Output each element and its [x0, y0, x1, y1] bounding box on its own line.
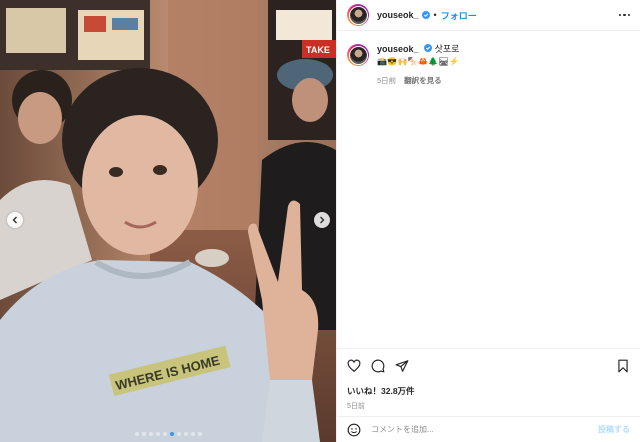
avatar[interactable]: [347, 4, 369, 26]
carousel-dot: [155, 432, 160, 436]
post-actions: いいね！32.8万件 5日前: [337, 348, 640, 411]
carousel-next-button[interactable]: [314, 212, 330, 228]
carousel-dot: [183, 432, 188, 436]
carousel-indicator: [0, 432, 336, 436]
comment-bar: 投稿する: [337, 416, 640, 442]
translate-link[interactable]: 翻訳を見る: [404, 75, 442, 86]
comment-input[interactable]: [371, 425, 598, 434]
carousel-dot: [141, 432, 146, 436]
chevron-left-icon: [12, 216, 17, 224]
chevron-right-icon: [320, 216, 325, 224]
verified-badge-icon: [421, 11, 430, 19]
share-icon[interactable]: [395, 359, 409, 373]
carousel-prev-button[interactable]: [7, 212, 23, 228]
heart-icon[interactable]: [347, 359, 361, 373]
post-viewer: TAKE WHERE IS HOME youseok_ • フォロー youse…: [0, 0, 640, 442]
header-separator: •: [433, 10, 437, 20]
more-options-icon[interactable]: [618, 13, 630, 17]
post-date: 5日前: [347, 403, 365, 410]
caption-time: 5日前: [377, 76, 397, 85]
avatar[interactable]: [347, 44, 369, 66]
smiley-icon[interactable]: [347, 423, 361, 437]
follow-button[interactable]: フォロー: [441, 9, 477, 22]
bookmark-icon[interactable]: [616, 359, 630, 373]
carousel-dot: [190, 432, 195, 436]
carousel-dot: [162, 432, 167, 436]
verified-badge-icon: [424, 44, 433, 52]
caption-text: 삿포로: [434, 44, 460, 54]
post-comment-button[interactable]: 投稿する: [598, 424, 630, 435]
caption-username[interactable]: youseok_: [377, 44, 419, 54]
like-count[interactable]: いいね！32.8万件: [347, 385, 630, 397]
shop-sign-text: TAKE: [306, 45, 330, 55]
carousel-dot: [176, 432, 181, 436]
comment-icon[interactable]: [371, 359, 385, 373]
post-side-panel: youseok_ • フォロー youseok_ 삿포로 📸😎🙌🍢🦀🌲🛤⚡ 5日…: [336, 0, 640, 442]
post-caption: youseok_ 삿포로 📸😎🙌🍢🦀🌲🛤⚡ 5日前 翻訳を見る: [337, 31, 640, 86]
post-header: youseok_ • フォロー: [337, 0, 640, 31]
carousel-dot: [148, 432, 153, 436]
carousel-dot: [134, 432, 139, 436]
carousel-dot: [197, 432, 202, 436]
post-photo: TAKE WHERE IS HOME: [0, 0, 336, 442]
carousel-dot: [169, 432, 174, 436]
post-media[interactable]: TAKE WHERE IS HOME: [0, 0, 336, 442]
caption-emojis: 📸😎🙌🍢🦀🌲🛤⚡: [377, 57, 460, 66]
header-username[interactable]: youseok_: [377, 10, 419, 20]
